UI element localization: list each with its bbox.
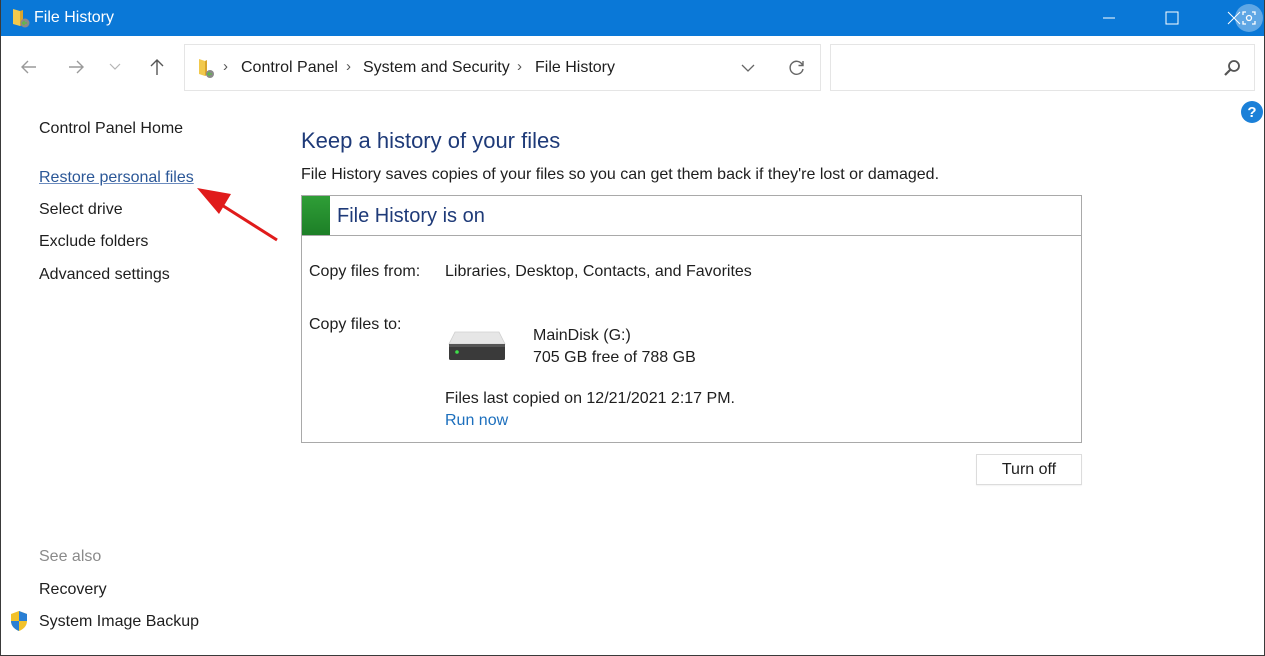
forward-button[interactable] bbox=[64, 55, 88, 79]
search-input[interactable] bbox=[839, 55, 1209, 81]
breadcrumb-separator: › bbox=[346, 58, 351, 75]
status-header: File History is on bbox=[302, 196, 1081, 236]
breadcrumb-separator: › bbox=[517, 58, 522, 75]
back-arrow-icon bbox=[21, 60, 36, 74]
see-also-heading: See also bbox=[39, 548, 102, 565]
back-button[interactable] bbox=[17, 55, 41, 79]
screen-capture-icon bbox=[1242, 11, 1256, 25]
breadcrumb-separator: › bbox=[223, 58, 228, 75]
screen-capture-badge[interactable] bbox=[1235, 4, 1263, 32]
minimize-icon bbox=[1103, 17, 1115, 19]
last-copied-text: Files last copied on 12/21/2021 2:17 PM. bbox=[445, 390, 735, 407]
title-bar: File History bbox=[1, 0, 1264, 36]
page-description: File History saves copies of your files … bbox=[301, 166, 940, 183]
sidebar-item-control-panel-home[interactable]: Control Panel Home bbox=[39, 120, 183, 138]
refresh-button[interactable] bbox=[786, 57, 808, 79]
breadcrumb-system-and-security[interactable]: System and Security bbox=[363, 59, 510, 77]
chevron-down-icon bbox=[741, 64, 755, 72]
annotation-arrow-icon bbox=[197, 188, 278, 242]
run-now-link[interactable]: Run now bbox=[445, 412, 508, 430]
turn-off-button[interactable]: Turn off bbox=[976, 454, 1082, 485]
sidebar-item-exclude-folders[interactable]: Exclude folders bbox=[39, 233, 148, 251]
copy-from-label: Copy files from: bbox=[309, 263, 421, 280]
breadcrumb-file-history[interactable]: File History bbox=[535, 59, 615, 77]
drive-name: MainDisk (G:) bbox=[533, 327, 631, 344]
copy-to-label: Copy files to: bbox=[309, 316, 402, 333]
copy-from-value: Libraries, Desktop, Contacts, and Favori… bbox=[445, 263, 752, 280]
sidebar-item-restore-personal-files[interactable]: Restore personal files bbox=[39, 169, 194, 187]
sidebar-item-advanced-settings[interactable]: Advanced settings bbox=[39, 266, 170, 284]
address-bar[interactable]: › Control Panel › System and Security › … bbox=[184, 44, 821, 91]
see-also-recovery[interactable]: Recovery bbox=[39, 581, 107, 599]
breadcrumb-control-panel[interactable]: Control Panel bbox=[241, 59, 338, 77]
address-dropdown-button[interactable] bbox=[737, 57, 759, 79]
hard-drive-icon bbox=[448, 331, 506, 360]
recent-locations-button[interactable] bbox=[105, 55, 125, 79]
maximize-button[interactable] bbox=[1149, 0, 1195, 36]
drive-free-space: 705 GB free of 788 GB bbox=[533, 349, 696, 366]
see-also-system-image-backup[interactable]: System Image Backup bbox=[39, 613, 199, 631]
file-history-app-icon bbox=[13, 9, 30, 28]
up-button[interactable] bbox=[145, 55, 169, 79]
help-button[interactable]: ? bbox=[1241, 101, 1263, 123]
file-history-window: File History › Control Panel › System an… bbox=[0, 0, 1265, 656]
uac-shield-icon bbox=[11, 611, 27, 631]
file-history-status-panel: File History is on Copy files from: Libr… bbox=[301, 195, 1082, 443]
status-title: File History is on bbox=[337, 205, 485, 227]
search-icon[interactable] bbox=[1222, 58, 1242, 78]
minimize-button[interactable] bbox=[1086, 0, 1132, 36]
sidebar-item-select-drive[interactable]: Select drive bbox=[39, 201, 123, 219]
maximize-icon bbox=[1165, 11, 1179, 25]
window-title: File History bbox=[34, 9, 115, 26]
up-arrow-icon bbox=[150, 59, 164, 75]
status-indicator bbox=[302, 196, 330, 235]
refresh-icon bbox=[789, 60, 804, 75]
file-history-folder-icon bbox=[199, 59, 214, 78]
search-box[interactable] bbox=[830, 44, 1255, 91]
forward-arrow-icon bbox=[69, 60, 84, 74]
chevron-down-icon bbox=[109, 63, 121, 70]
page-title: Keep a history of your files bbox=[301, 128, 561, 153]
